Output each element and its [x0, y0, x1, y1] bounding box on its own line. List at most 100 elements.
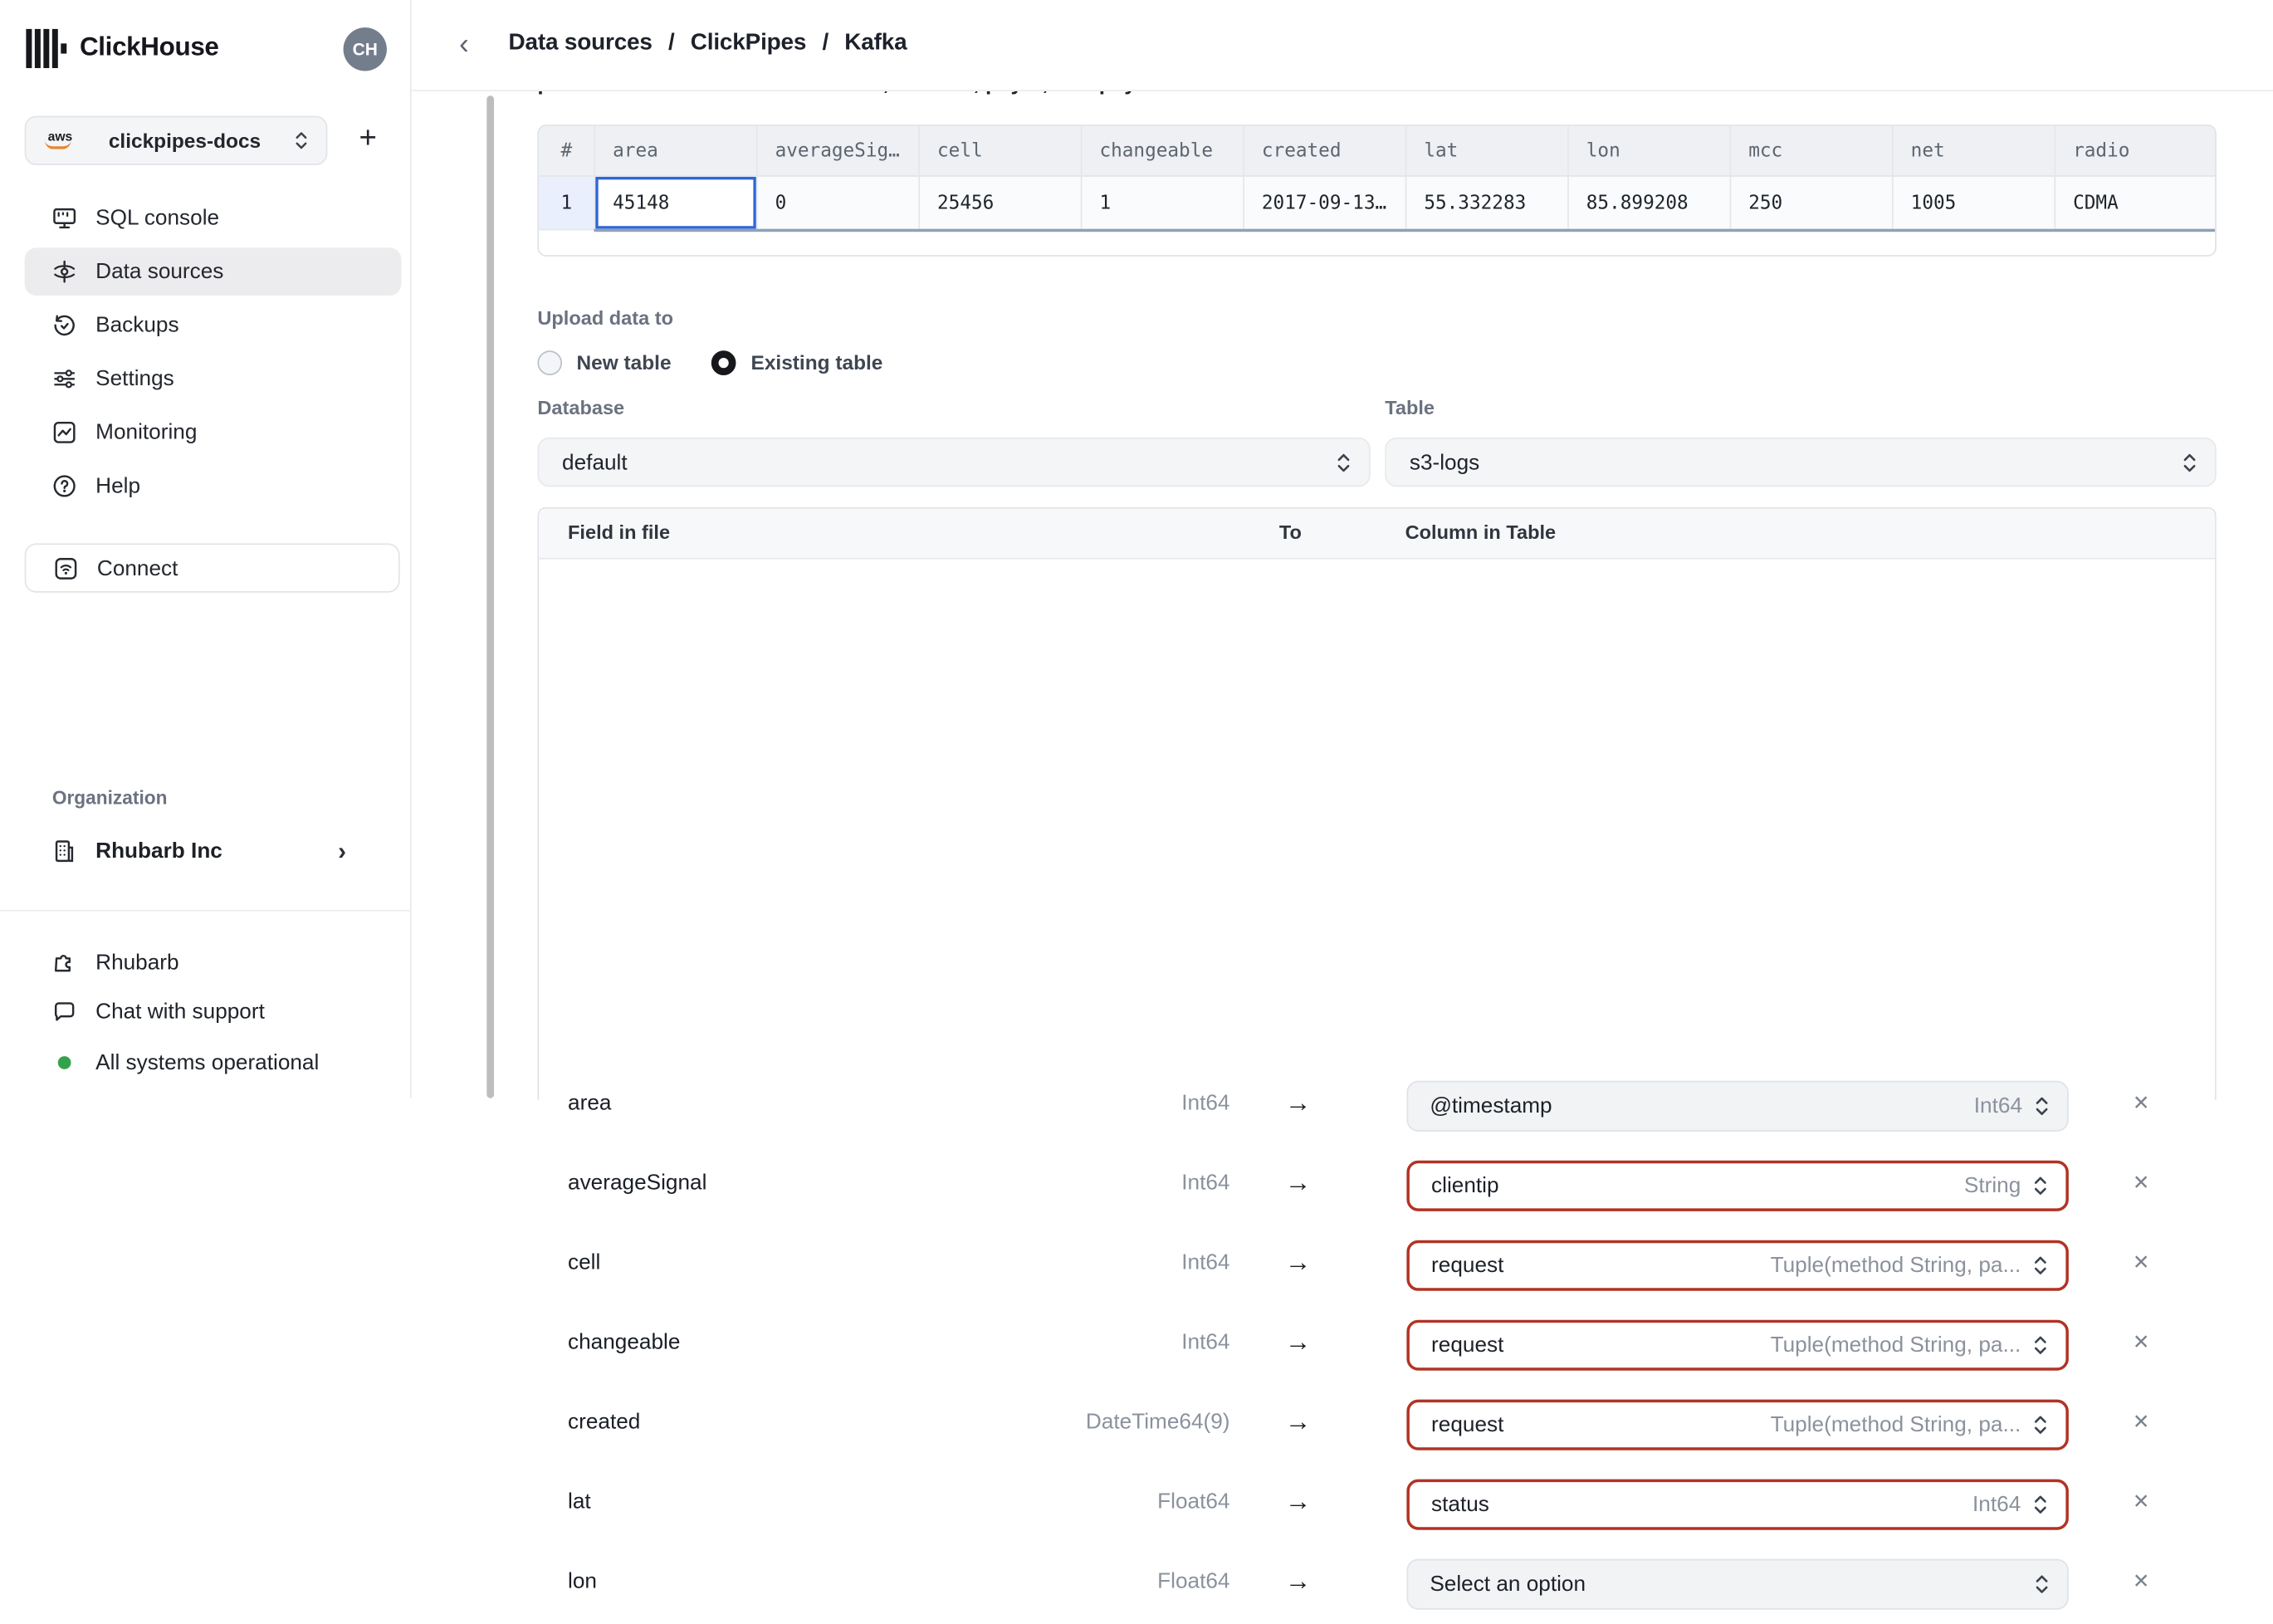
column-header: changeable: [1080, 125, 1244, 177]
data-cell[interactable]: 1: [1080, 176, 1244, 231]
remove-mapping-button[interactable]: ✕: [2129, 1250, 2153, 1275]
data-cell[interactable]: CDMA: [2054, 176, 2216, 231]
data-cell[interactable]: 1005: [1891, 176, 2055, 231]
column-select[interactable]: @timestamp Int64: [1406, 1080, 2069, 1132]
row-number-cell: 1: [539, 176, 594, 231]
mapping-row: lat Float64 → status Int64 ✕: [539, 1465, 2215, 1544]
help-icon: [53, 475, 76, 497]
remove-mapping-button[interactable]: ✕: [2129, 1330, 2153, 1355]
sidebar-item-data-sources[interactable]: Data sources: [24, 247, 402, 296]
chevron-updown-icon: [2034, 1336, 2046, 1354]
sql-console-icon: [53, 208, 76, 229]
mapping-row: lon Float64 → Select an option ✕: [539, 1544, 2215, 1624]
breadcrumb-clickpipes[interactable]: ClickPipes: [691, 31, 807, 56]
sidebar-item-sql-console[interactable]: SQL console: [25, 194, 402, 242]
connect-button[interactable]: Connect: [24, 543, 400, 593]
mapping-row: cell Int64 → request Tuple(method String…: [539, 1225, 2215, 1305]
column-header: #: [539, 125, 594, 177]
app-title: ClickHouse: [79, 32, 219, 61]
table-label: Table: [1385, 397, 1435, 419]
arrow-right-icon: →: [1284, 1566, 1312, 1596]
remove-mapping-button[interactable]: ✕: [2129, 1171, 2153, 1196]
mapping-header-row: Field in file To Column in Table: [539, 508, 2216, 560]
column-header: radio: [2054, 125, 2216, 177]
backups-icon: [54, 315, 75, 336]
remove-mapping-button[interactable]: ✕: [2129, 1410, 2153, 1435]
column-header: averageSig…: [755, 125, 919, 177]
existing-table-label[interactable]: Existing table: [751, 350, 883, 374]
sidebar-item-chat-support[interactable]: Chat with support: [25, 990, 402, 1033]
remove-mapping-button[interactable]: ✕: [2129, 1091, 2153, 1116]
upload-target-radio-group: New table Existing table: [537, 350, 908, 375]
sidebar-item-system-status[interactable]: All systems operational: [25, 1040, 402, 1083]
horizontal-scrollbar[interactable]: [594, 228, 2216, 232]
main-content: piece of information such as date, amoun…: [412, 0, 2273, 1610]
arrow-right-icon: →: [1284, 1247, 1312, 1277]
chevron-right-icon: ›: [338, 836, 347, 864]
vertical-scrollbar[interactable]: [486, 95, 495, 1098]
new-table-radio[interactable]: [537, 350, 563, 375]
arrow-right-icon: →: [1284, 1167, 1312, 1197]
arrow-right-icon: →: [1284, 1406, 1312, 1436]
service-selector[interactable]: aws clickpipes-docs: [24, 115, 328, 165]
column-select-error[interactable]: clientip String: [1406, 1160, 2069, 1211]
column-header: area: [594, 125, 756, 177]
column-select-error[interactable]: request Tuple(method String, pa...: [1406, 1319, 2069, 1371]
selected-cell[interactable]: 45148: [594, 176, 756, 231]
existing-table-radio[interactable]: [711, 350, 737, 375]
service-name: clickpipes-docs: [108, 129, 262, 153]
arrow-right-icon: →: [1284, 1486, 1312, 1516]
sidebar-item-backups[interactable]: Backups: [25, 301, 402, 350]
sidebar-divider: [0, 909, 412, 912]
chevron-updown-icon: [296, 132, 307, 149]
user-avatar[interactable]: CH: [343, 27, 387, 71]
organization-switcher[interactable]: Rhubarb Inc ›: [25, 827, 402, 875]
database-label: Database: [537, 397, 625, 419]
connect-icon: [55, 557, 77, 579]
organization-icon: [55, 840, 74, 863]
preview-header-row: # area averageSig… cell changeable creat…: [539, 125, 2216, 177]
database-select[interactable]: default: [537, 437, 1371, 487]
column-header: created: [1243, 125, 1405, 177]
settings-icon: [54, 369, 75, 389]
data-cell[interactable]: 25456: [918, 176, 1081, 231]
breadcrumb-separator: /: [667, 30, 675, 56]
sidebar-item-help[interactable]: Help: [25, 462, 402, 511]
column-select-error[interactable]: request Tuple(method String, pa...: [1406, 1240, 2069, 1291]
column-select-error[interactable]: request Tuple(method String, pa...: [1406, 1399, 2069, 1450]
column-header: lat: [1405, 125, 1568, 177]
sidebar-item-rhubarb-app[interactable]: Rhubarb: [25, 941, 402, 984]
column-select-error[interactable]: status Int64: [1406, 1479, 2069, 1530]
chevron-updown-icon: [2183, 452, 2196, 472]
chevron-updown-icon: [1337, 452, 1350, 472]
back-button[interactable]: ‹: [459, 29, 469, 61]
sidebar-item-monitoring[interactable]: Monitoring: [25, 408, 402, 457]
remove-mapping-button[interactable]: ✕: [2129, 1489, 2153, 1514]
new-table-label[interactable]: New table: [577, 350, 672, 374]
data-cell[interactable]: 0: [755, 176, 919, 231]
table-select[interactable]: s3-logs: [1385, 437, 2217, 487]
column-select-placeholder[interactable]: Select an option: [1406, 1558, 2069, 1610]
data-cell[interactable]: 85.899208: [1567, 176, 1730, 231]
arrow-right-icon: →: [1284, 1327, 1312, 1357]
data-cell[interactable]: 250: [1729, 176, 1892, 231]
remove-mapping-button[interactable]: ✕: [2129, 1569, 2153, 1594]
data-sources-icon: [54, 260, 76, 283]
add-service-button[interactable]: +: [348, 119, 389, 159]
puzzle-icon: [54, 954, 71, 971]
top-bar: ‹ Data sources / ClickPipes / Kafka: [411, 0, 2273, 91]
breadcrumb: Data sources / ClickPipes / Kafka: [508, 31, 907, 56]
clickhouse-logo-icon: [26, 28, 69, 69]
mapping-row: created DateTime64(9) → request Tuple(me…: [539, 1385, 2215, 1465]
sidebar-item-settings[interactable]: Settings: [25, 355, 402, 404]
data-preview-table: # area averageSig… cell changeable creat…: [537, 125, 2217, 257]
data-cell[interactable]: 2017-09-13…: [1243, 176, 1405, 231]
breadcrumb-kafka[interactable]: Kafka: [844, 31, 907, 56]
breadcrumb-data-sources[interactable]: Data sources: [508, 31, 652, 56]
data-cell[interactable]: 55.332283: [1405, 176, 1568, 231]
organization-name: Rhubarb Inc: [95, 839, 222, 864]
sidebar: ClickHouse CH aws clickpipes-docs + SQL …: [0, 0, 412, 1098]
breadcrumb-separator: /: [822, 30, 829, 56]
field-mapping-table: Field in file To Column in Table area In…: [537, 506, 2217, 1610]
chevron-updown-icon: [2034, 1416, 2046, 1434]
